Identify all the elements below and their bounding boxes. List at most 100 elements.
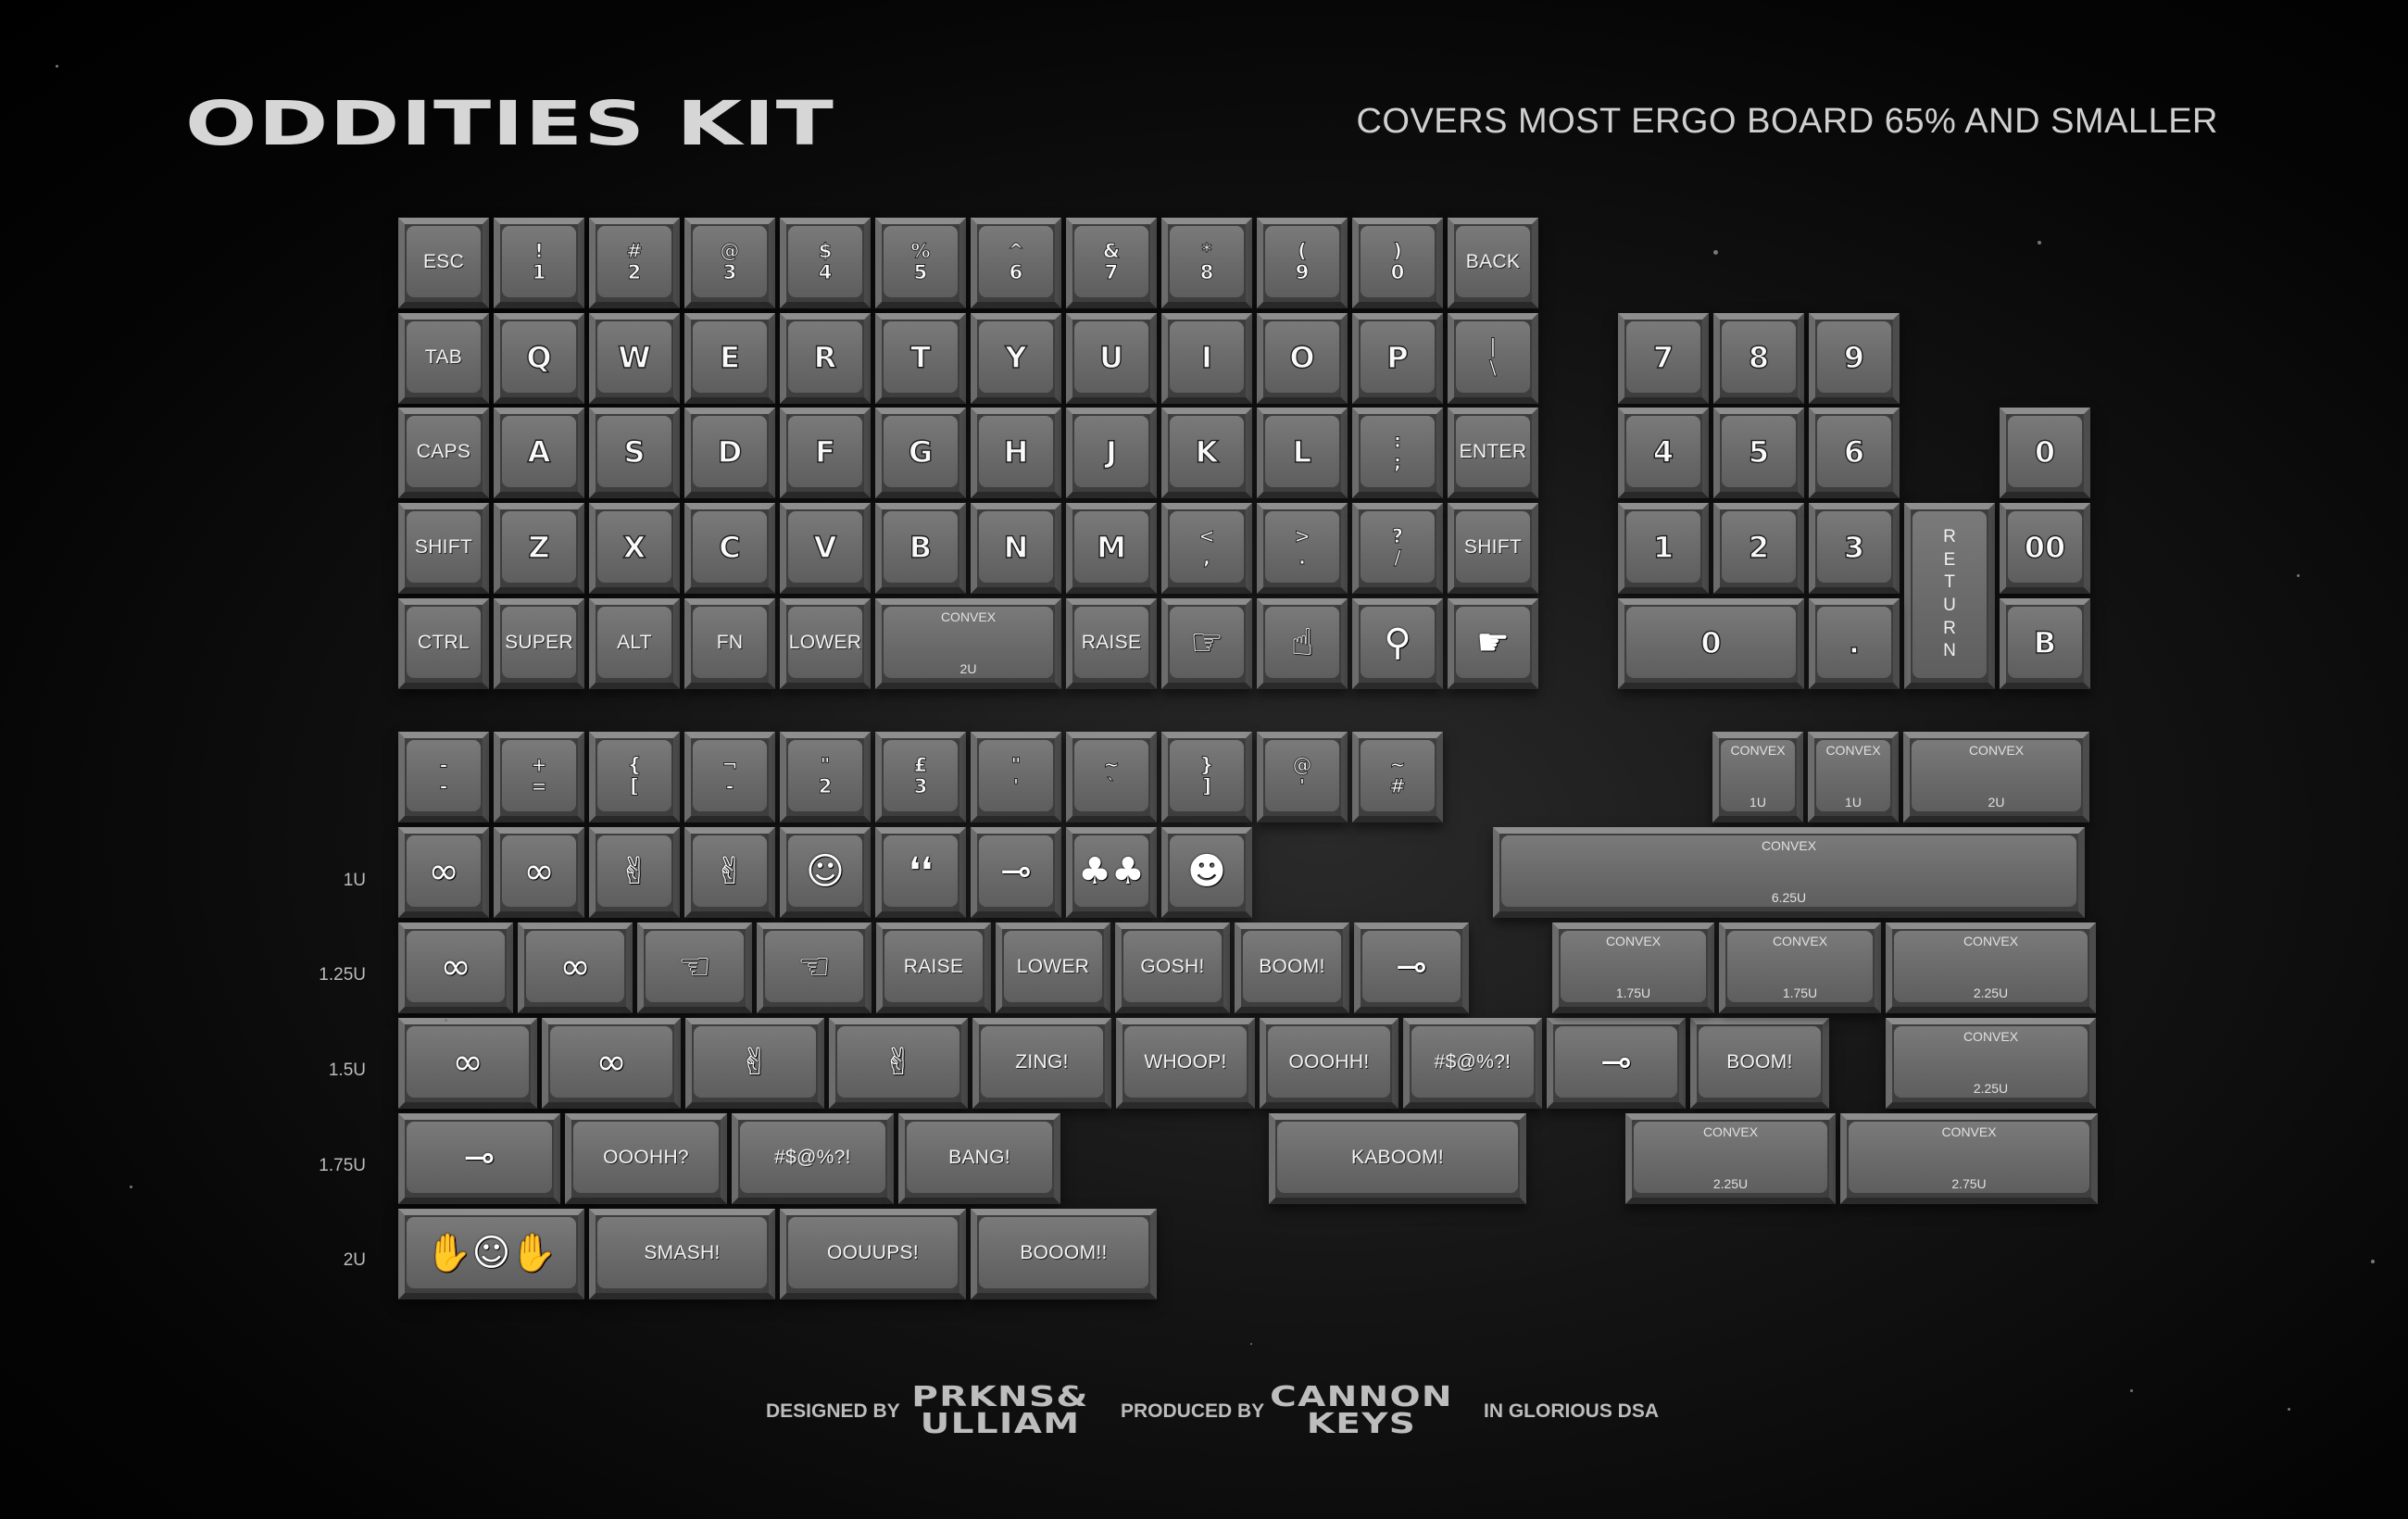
key-legend: 2 [1748, 529, 1770, 565]
keycap-n4: $4 [780, 218, 871, 308]
key-legend: #2 [626, 240, 643, 283]
numpad-np6: 6 [1809, 408, 1900, 498]
designed-by-label: DESIGNED BY [766, 1400, 900, 1422]
cannon-icon: ⊸ [1600, 1040, 1632, 1084]
key-legend: Q [526, 339, 553, 375]
keycap-n7: & 7 [1066, 218, 1157, 308]
keycap-m: M [1066, 503, 1157, 594]
dust-speck [2297, 574, 2300, 577]
keycap-pistol: ☜ [637, 923, 752, 1013]
keycap-x: X [589, 503, 680, 594]
keycap-t: T [875, 313, 966, 404]
key-legend: A [527, 433, 551, 470]
keycap-l: L [1257, 408, 1348, 498]
keycap-comma: <, [1161, 503, 1252, 594]
keycap-q: Q [494, 313, 584, 404]
key-legend: @3 [720, 240, 740, 283]
keycap-e: E [684, 313, 775, 404]
cannon-icon: ⊸ [1396, 945, 1427, 988]
key-legend: #$@%?! [774, 1147, 851, 1168]
keycap-h: H [971, 408, 1061, 498]
key-legend: Z [528, 529, 551, 565]
keycap-s: S [589, 408, 680, 498]
key-legend: ) 0 [1390, 240, 1405, 283]
feet-icon: ♣♣ [1078, 849, 1145, 893]
convex-label: CONVEX [1702, 1124, 1759, 1139]
size-label: 2.25U [1712, 1176, 1749, 1191]
keycap-boom: BOOM! [1690, 1018, 1829, 1109]
keycap-kaboom: KABOOM! [1269, 1113, 1526, 1204]
knot-icon: ∞ [523, 849, 555, 893]
key-legend: D [717, 433, 743, 470]
keycap-r: R [780, 313, 871, 404]
keycap-j: J [1066, 408, 1157, 498]
keycap-boom: BOOM! [1235, 923, 1349, 1013]
key-legend: " 2 [818, 754, 833, 797]
keycap-p: P [1352, 313, 1443, 404]
key-legend: 3 [1843, 529, 1865, 565]
convex-label: CONVEX [1825, 743, 1881, 758]
keycap-s-close: }] [1161, 732, 1252, 822]
keycap-n8: * 8 [1161, 218, 1252, 308]
rock-icon: ✌ [619, 849, 650, 893]
convex-1-75u-b: CONVEX 1.75U [1719, 923, 1881, 1013]
key-legend: 0 [2034, 433, 2056, 470]
key-legend: E [719, 339, 740, 375]
convex-2-75u: CONVEX 2.75U [1840, 1113, 2098, 1204]
cannon-icon: ⊸ [463, 1136, 495, 1179]
key-legend: 8 [1748, 339, 1770, 375]
keycap-cannon: ⊸ [398, 1113, 560, 1204]
key-legend: U [1098, 339, 1123, 375]
keycap-s-at: @ ' [1257, 732, 1348, 822]
keycap-raise-w: RAISE [876, 923, 991, 1013]
key-legend: J [1105, 433, 1117, 470]
keycap-gosh: GOSH! [1115, 923, 1230, 1013]
keycap-lower: LOWER [780, 598, 871, 689]
key-legend: BOOM! [1726, 1051, 1793, 1073]
keycap-pistol: ☜ [757, 923, 872, 1013]
key-legend: N [1003, 529, 1029, 565]
key-legend: :; [1393, 430, 1402, 473]
keycap-y: Y [971, 313, 1061, 404]
dust-speck [1713, 250, 1718, 255]
kit-subtitle: COVERS MOST ERGO BOARD 65% AND SMALLER [1356, 102, 2218, 141]
key-legend: ALT [617, 632, 652, 653]
key-legend: OOUUPS! [827, 1242, 919, 1263]
keycap-w: W [589, 313, 680, 404]
keycap-eyes: ❛❛ [875, 827, 966, 918]
key-legend: $4 [818, 240, 833, 283]
cannon-icon: ⊸ [1000, 849, 1032, 893]
keycap-shocked: ✋☺✋ [398, 1209, 584, 1299]
keycap-o: O [1257, 313, 1348, 404]
key-legend: W [618, 339, 652, 375]
keycap-grawlix: #$@%?! [732, 1113, 894, 1204]
key-legend: LOWER [788, 632, 862, 653]
dust-speck [2371, 1260, 2375, 1263]
keycap-n3: @3 [684, 218, 775, 308]
size-label: 2.75U [1951, 1176, 1987, 1191]
key-legend: ^ 6 [1008, 240, 1024, 283]
convex-2-25u-b: CONVEX 2.25U [1886, 1018, 2096, 1109]
key-legend: BANG! [948, 1147, 1010, 1168]
key-legend: BACK [1465, 251, 1521, 272]
keycap-n5: % 5 [875, 218, 966, 308]
key-legend: BOOOM!! [1020, 1242, 1108, 1263]
keycap-s-not: ¬ - [684, 732, 775, 822]
convex-1u-a: CONVEX 1U [1712, 732, 1803, 822]
knot-icon: ∞ [559, 945, 591, 988]
key-legend: ZING! [1015, 1051, 1069, 1073]
keycap-s-hash: ~ # [1352, 732, 1443, 822]
finger-gun-icon: ☛ [1476, 621, 1510, 664]
keycap-f: F [780, 408, 871, 498]
key-legend: 5 [1748, 433, 1770, 470]
row-label-1-75u: 1.75U [319, 1156, 366, 1175]
key-legend: 0 [1700, 624, 1723, 660]
numpad-double-zero: 00 [2000, 503, 2090, 594]
convex-label: CONVEX [940, 609, 997, 624]
size-label: 2.25U [1973, 985, 2009, 1000]
old-face-icon: ☻ [1187, 849, 1226, 893]
row-label-1-25u: 1.25U [319, 965, 366, 985]
keycap-old-face: ☻ [1161, 827, 1252, 918]
key-legend: ~ # [1389, 754, 1406, 797]
convex-1-75u-a: CONVEX 1.75U [1552, 923, 1714, 1013]
